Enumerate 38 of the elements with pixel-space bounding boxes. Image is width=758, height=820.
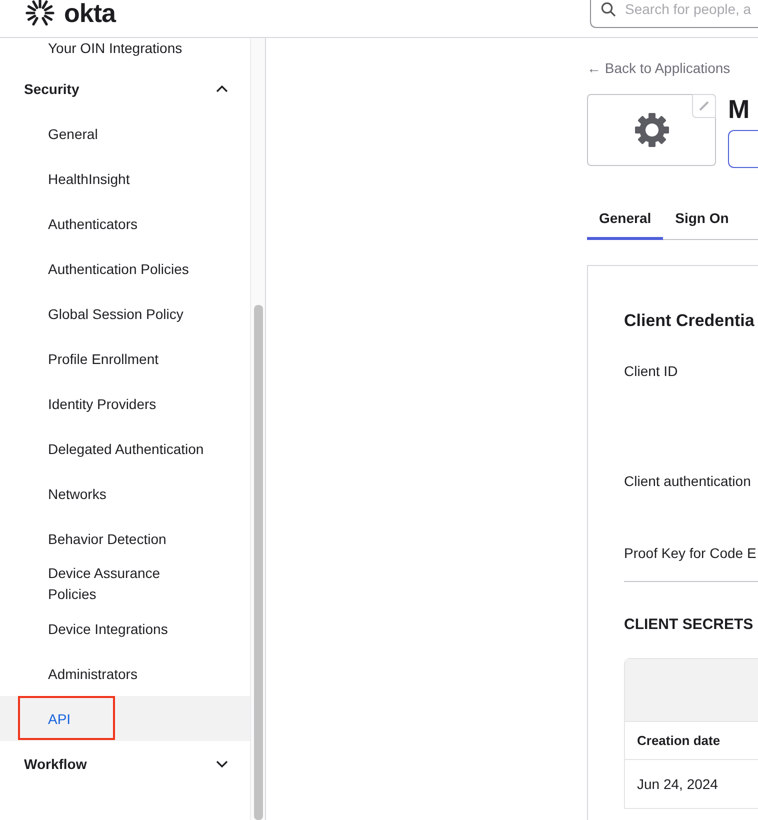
field-label: Client ID [624, 363, 678, 379]
sidebar-item[interactable]: Profile Enrollment [0, 336, 250, 381]
sidebar-item[interactable]: API [0, 696, 250, 741]
sidebar-item[interactable]: Authentication Policies [0, 246, 250, 291]
search-field[interactable]: Search for people, a [590, 0, 758, 28]
sidebar-section[interactable]: Security [0, 66, 250, 111]
sidebar-item[interactable]: General [0, 111, 250, 156]
sidebar-item[interactable]: Your OIN Integrations [0, 38, 250, 66]
gear-icon [634, 112, 670, 148]
card-title: Client Credentia [624, 311, 756, 331]
sidebar-item[interactable]: Device Assurance Policies [0, 561, 250, 606]
scrollbar[interactable] [250, 38, 266, 820]
section-heading: CLIENT SECRETS [624, 616, 754, 633]
app-button[interactable] [728, 130, 758, 168]
sidebar-item[interactable]: Administrators [0, 651, 250, 696]
app-title: M [728, 94, 751, 124]
field-label: Client authentication [624, 473, 751, 489]
logo-text: okta [64, 0, 116, 27]
table-cell-text: Jun 24, 2024 [636, 775, 719, 794]
sidebar-item[interactable]: Device Integrations [0, 606, 250, 651]
sidebar-item[interactable]: Authenticators [0, 201, 250, 246]
edit-button[interactable] [692, 94, 716, 118]
pencil-icon [698, 100, 710, 112]
sidebar-section[interactable]: Workflow [0, 741, 250, 786]
column-header: Creation date [625, 722, 758, 760]
sidebar-item[interactable]: Networks [0, 471, 250, 516]
sidebar-item[interactable]: Behavior Detection [0, 516, 250, 561]
sidebar-item[interactable]: Delegated Authentication [0, 426, 250, 471]
back-link[interactable]: ← Back to Applications [587, 60, 758, 76]
sidebar-item[interactable]: Identity Providers [0, 381, 250, 426]
chevron-up-icon [216, 84, 228, 92]
search-icon [601, 2, 616, 17]
field-label: Proof Key for Code E [624, 545, 756, 561]
tab[interactable]: Sign On [663, 198, 741, 240]
tab[interactable]: General [587, 198, 664, 240]
sidebar-item[interactable]: HealthInsight [0, 156, 250, 201]
sidebar-item[interactable]: Global Session Policy [0, 291, 250, 336]
chevron-down-icon [216, 760, 228, 768]
